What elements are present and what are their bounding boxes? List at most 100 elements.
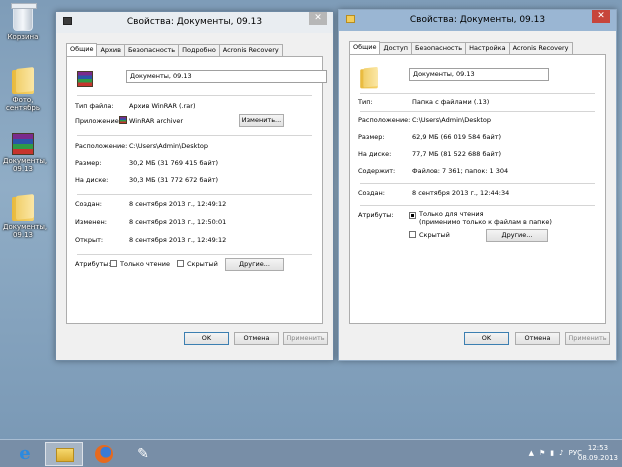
readonly-checkbox[interactable] — [110, 260, 117, 267]
taskbar-internet-explorer[interactable]: e — [6, 442, 44, 466]
volume-icon[interactable]: ♪ — [559, 449, 563, 457]
winrar-app-icon — [119, 116, 127, 124]
location-value: C:\Users\Admin\Desktop — [129, 142, 209, 150]
readonly-label: Только чтение — [120, 260, 171, 268]
separator — [77, 95, 312, 96]
separator — [360, 183, 595, 184]
hidden-label: Скрытый — [187, 260, 218, 268]
clock-time: 12:53 — [587, 444, 609, 452]
size-label: Размер: — [358, 133, 385, 141]
contains-label: Содержит: — [358, 167, 396, 175]
other-attributes-button[interactable]: Другие... — [225, 258, 284, 271]
cancel-button[interactable]: Отмена — [515, 332, 560, 345]
paint-icon: ✎ — [137, 446, 149, 462]
created-value: 8 сентября 2013 г., 12:44:34 — [412, 189, 510, 197]
apply-button[interactable]: Применить — [565, 332, 610, 345]
ok-button[interactable]: OK — [464, 332, 509, 345]
created-label: Создан: — [358, 189, 385, 197]
folder-icon — [360, 68, 378, 89]
show-hidden-icons-button[interactable]: ▲ — [529, 449, 534, 457]
tab-security[interactable]: Безопасность — [123, 44, 180, 56]
desktop-icon-documents-archive[interactable]: Документы, 09.13 — [0, 133, 48, 173]
desktop-icon-label: Корзина — [7, 33, 39, 41]
desktop-icon-recycle-bin[interactable]: Корзина — [0, 3, 46, 41]
window-title: Свойства: Документы, 09.13 — [409, 15, 546, 25]
opened-value: 8 сентября 2013 г., 12:49:12 — [129, 236, 227, 244]
taskbar-firefox[interactable] — [85, 442, 123, 466]
readonly-label: Только для чтения — [419, 210, 484, 218]
ok-button[interactable]: OK — [184, 332, 229, 345]
desktop-icon-documents-folder[interactable]: Документы, 09.13 — [0, 195, 48, 239]
taskbar-file-explorer[interactable] — [45, 442, 83, 466]
modified-value: 8 сентября 2013 г., 12:50:01 — [129, 218, 227, 226]
folder-name-field[interactable]: Документы, 09.13 — [409, 68, 549, 81]
clock[interactable]: 12:53 08.09.2013 — [578, 443, 618, 463]
readonly-checkbox[interactable] — [409, 212, 416, 219]
tab-archive[interactable]: Архив — [96, 44, 125, 56]
hidden-checkbox[interactable] — [409, 231, 416, 238]
folder-icon — [12, 195, 34, 221]
size-on-disk-value: 77,7 МБ (81 522 688 байт) — [412, 150, 502, 158]
other-attributes-button[interactable]: Другие... — [486, 229, 548, 242]
application-label: Приложение: — [75, 117, 121, 125]
folder-properties-window: Свойства: Документы, 09.13 ✕ Общие Досту… — [338, 9, 617, 361]
tab-general[interactable]: Общие — [66, 43, 98, 56]
window-title: Свойства: Документы, 09.13 — [126, 17, 263, 27]
system-tray: ▲ ⚑ ▮ ♪ РУС — [529, 449, 582, 457]
attributes-label: Атрибуты: — [75, 260, 111, 268]
change-button[interactable]: Изменить... — [239, 114, 284, 127]
size-value: 30,2 МБ (31 769 415 байт) — [129, 159, 219, 167]
title-bar[interactable]: Свойства: Документы, 09.13 ✕ — [56, 12, 333, 33]
apply-button[interactable]: Применить — [283, 332, 328, 345]
close-button[interactable]: ✕ — [592, 10, 610, 23]
tab-strip: Общие Архив Безопасность Подробно Acroni… — [66, 43, 283, 56]
action-center-icon[interactable]: ⚑ — [539, 449, 545, 457]
winrar-archive-icon — [77, 71, 93, 87]
size-on-disk-label: На диске: — [75, 176, 109, 184]
size-value: 62,9 МБ (66 019 584 байт) — [412, 133, 502, 141]
tab-acronis-recovery[interactable]: Acronis Recovery — [218, 44, 283, 56]
size-label: Размер: — [75, 159, 102, 167]
location-label: Расположение: — [358, 116, 411, 124]
file-type-label: Тип файла: — [75, 102, 114, 110]
desktop-icon-label: Документы, 09.13 — [3, 223, 48, 239]
created-label: Создан: — [75, 200, 102, 208]
folder-icon — [12, 68, 34, 94]
separator — [360, 93, 595, 94]
readonly-note: (применимо только к файлам в папке) — [419, 218, 552, 226]
tab-security[interactable]: Безопасность — [411, 42, 467, 54]
file-explorer-icon — [56, 448, 74, 462]
hidden-checkbox[interactable] — [177, 260, 184, 267]
network-icon[interactable]: ▮ — [550, 449, 554, 457]
size-on-disk-value: 30,3 МБ (31 772 672 байт) — [129, 176, 219, 184]
size-on-disk-label: На диске: — [358, 150, 392, 158]
separator — [77, 135, 312, 136]
recycle-bin-icon — [11, 3, 37, 31]
tab-sharing[interactable]: Доступ — [379, 42, 412, 54]
file-name-field[interactable]: Документы, 09.13 — [126, 70, 327, 83]
attributes-label: Атрибуты: — [358, 211, 394, 219]
separator — [360, 111, 595, 112]
tab-strip: Общие Доступ Безопасность Настройка Acro… — [349, 41, 573, 54]
archive-properties-window: Свойства: Документы, 09.13 ✕ Общие Архив… — [55, 11, 334, 361]
title-bar[interactable]: Свойства: Документы, 09.13 ✕ — [339, 10, 616, 31]
desktop-icon-label: Документы, 09.13 — [3, 157, 48, 173]
location-label: Расположение: — [75, 142, 128, 150]
tab-customize[interactable]: Настройка — [465, 42, 510, 54]
close-button[interactable]: ✕ — [309, 12, 327, 25]
tab-general[interactable]: Общие — [349, 41, 381, 54]
general-tab-panel: Документы, 09.13 Тип: Папка с файлами (.… — [349, 54, 606, 324]
tab-details[interactable]: Подробно — [178, 44, 220, 56]
dialog-body: Общие Доступ Безопасность Настройка Acro… — [345, 31, 610, 354]
separator — [77, 194, 312, 195]
internet-explorer-icon: e — [19, 443, 31, 464]
firefox-icon — [95, 445, 113, 463]
file-type-value: Архив WinRAR (.rar) — [129, 102, 196, 110]
tab-acronis-recovery[interactable]: Acronis Recovery — [508, 42, 573, 54]
cancel-button[interactable]: Отмена — [234, 332, 279, 345]
contains-value: Файлов: 7 361; папок: 1 304 — [412, 167, 509, 175]
taskbar-paint[interactable]: ✎ — [124, 442, 162, 466]
dialog-body: Общие Архив Безопасность Подробно Acroni… — [62, 33, 328, 354]
separator — [77, 254, 312, 255]
desktop-icon-photo-folder[interactable]: Фото, сентябрь — [0, 68, 46, 112]
